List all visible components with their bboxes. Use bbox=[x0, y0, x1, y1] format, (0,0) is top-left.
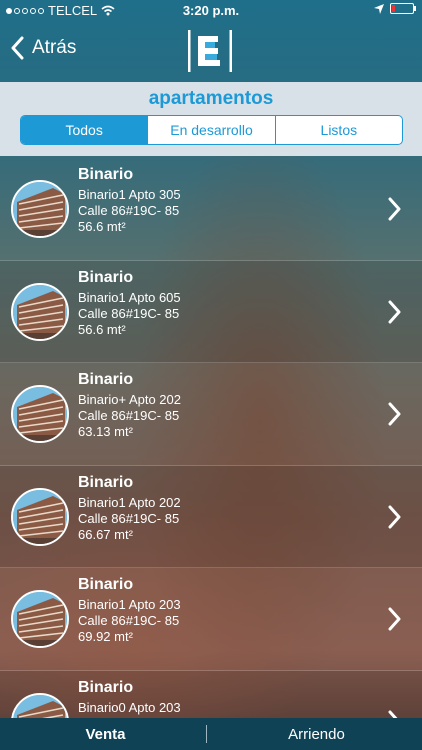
listing-address: Calle 86#19C- 85 bbox=[78, 408, 180, 423]
listing-title: Binario bbox=[78, 473, 134, 491]
building-thumbnail bbox=[11, 385, 69, 443]
tab-divider bbox=[206, 725, 207, 743]
listing-area: 56.6 mt² bbox=[78, 219, 126, 234]
chevron-right-icon bbox=[388, 505, 401, 528]
listing-text: Binario Binario+ Apto 202 Calle 86#19C- … bbox=[78, 371, 181, 440]
segmented-control: Todos En desarrollo Listos bbox=[20, 115, 403, 145]
list-item[interactable]: Binario Binario0 Apto 203 Calle 86#19C- … bbox=[0, 670, 422, 719]
tab-bar: Venta Arriendo bbox=[0, 718, 422, 750]
tab-venta[interactable]: Venta bbox=[0, 718, 211, 750]
list-item[interactable]: Binario Binario+ Apto 202 Calle 86#19C- … bbox=[0, 363, 422, 466]
back-label: Atrás bbox=[32, 37, 77, 58]
building-thumbnail bbox=[11, 692, 69, 718]
clock: 3:20 p.m. bbox=[182, 3, 240, 18]
listing-text: Binario Binario1 Apto 305 Calle 86#19C- … bbox=[78, 166, 181, 235]
back-button[interactable]: Atrás bbox=[10, 36, 76, 60]
listing-title: Binario bbox=[78, 576, 134, 593]
building-thumbnail bbox=[11, 487, 69, 546]
chevron-right-icon bbox=[388, 300, 401, 323]
listing-title: Binario bbox=[78, 371, 134, 388]
listing-unit: Binario1 Apto 305 bbox=[78, 187, 181, 202]
battery-icon bbox=[390, 3, 416, 14]
list-item[interactable]: Binario Binario1 Apto 203 Calle 86#19C- … bbox=[0, 568, 422, 671]
building-thumbnail bbox=[11, 180, 69, 238]
list-item[interactable]: Binario Binario1 Apto 202 Calle 86#19C- … bbox=[0, 465, 422, 568]
apartment-list: Binario Binario1 Apto 305 Calle 86#19C- … bbox=[0, 158, 422, 718]
chevron-right-icon bbox=[388, 197, 401, 221]
listing-unit: Binario1 Apto 202 bbox=[78, 494, 181, 510]
listing-area: 69.92 mt² bbox=[78, 629, 133, 644]
listing-unit: Binario1 Apto 203 bbox=[78, 597, 181, 612]
listing-address: Calle 86#19C- 85 bbox=[78, 305, 180, 321]
battery-level-fill bbox=[392, 5, 395, 12]
filter-panel: apartamentos Todos En desarrollo Listos bbox=[0, 82, 422, 156]
listing-area: 56.6 mt² bbox=[78, 321, 126, 337]
listing-title: Binario bbox=[78, 678, 134, 696]
segment-listos[interactable]: Listos bbox=[276, 116, 402, 144]
status-bar: TELCEL 3:20 p.m. bbox=[0, 0, 422, 20]
listing-unit: Binario0 Apto 203 bbox=[78, 699, 181, 715]
status-right bbox=[374, 3, 416, 14]
section-title: apartamentos bbox=[148, 88, 274, 109]
list-item[interactable]: Binario Binario1 Apto 605 Calle 86#19C- … bbox=[0, 260, 422, 363]
list-item[interactable]: Binario Binario1 Apto 305 Calle 86#19C- … bbox=[0, 158, 422, 261]
chevron-right-icon bbox=[388, 402, 401, 426]
listing-text: Binario Binario1 Apto 203 Calle 86#19C- … bbox=[78, 576, 181, 645]
listing-title: Binario bbox=[78, 268, 134, 286]
navigation-bar: Atrás bbox=[0, 20, 422, 82]
listing-text: Binario Binario1 Apto 605 Calle 86#19C- … bbox=[78, 269, 181, 338]
segment-en-desarrollo[interactable]: En desarrollo bbox=[148, 116, 276, 144]
listing-text: Binario Binario0 Apto 203 Calle 86#19C- … bbox=[78, 679, 181, 719]
chevron-right-icon bbox=[388, 607, 401, 631]
listing-address: Calle 86#19C- 85 bbox=[78, 510, 180, 526]
segment-todos[interactable]: Todos bbox=[21, 116, 149, 144]
tab-arriendo[interactable]: Arriendo bbox=[211, 718, 422, 750]
location-arrow-icon bbox=[374, 3, 384, 14]
building-thumbnail bbox=[11, 282, 69, 341]
listing-text: Binario Binario1 Apto 202 Calle 86#19C- … bbox=[78, 474, 181, 543]
listing-address: Calle 86#19C- 85 bbox=[78, 613, 180, 628]
listing-title: Binario bbox=[78, 166, 134, 183]
listing-unit: Binario1 Apto 605 bbox=[78, 289, 181, 305]
building-thumbnail bbox=[11, 590, 69, 648]
listing-address: Calle 86#19C- 85 bbox=[78, 203, 180, 218]
listing-area: 66.67 mt² bbox=[78, 526, 133, 542]
listing-unit: Binario+ Apto 202 bbox=[78, 392, 181, 407]
chevron-left-icon bbox=[11, 36, 24, 60]
binario-logo-icon bbox=[188, 30, 232, 72]
listing-area: 63.13 mt² bbox=[78, 424, 133, 439]
chevron-right-icon bbox=[388, 710, 398, 718]
